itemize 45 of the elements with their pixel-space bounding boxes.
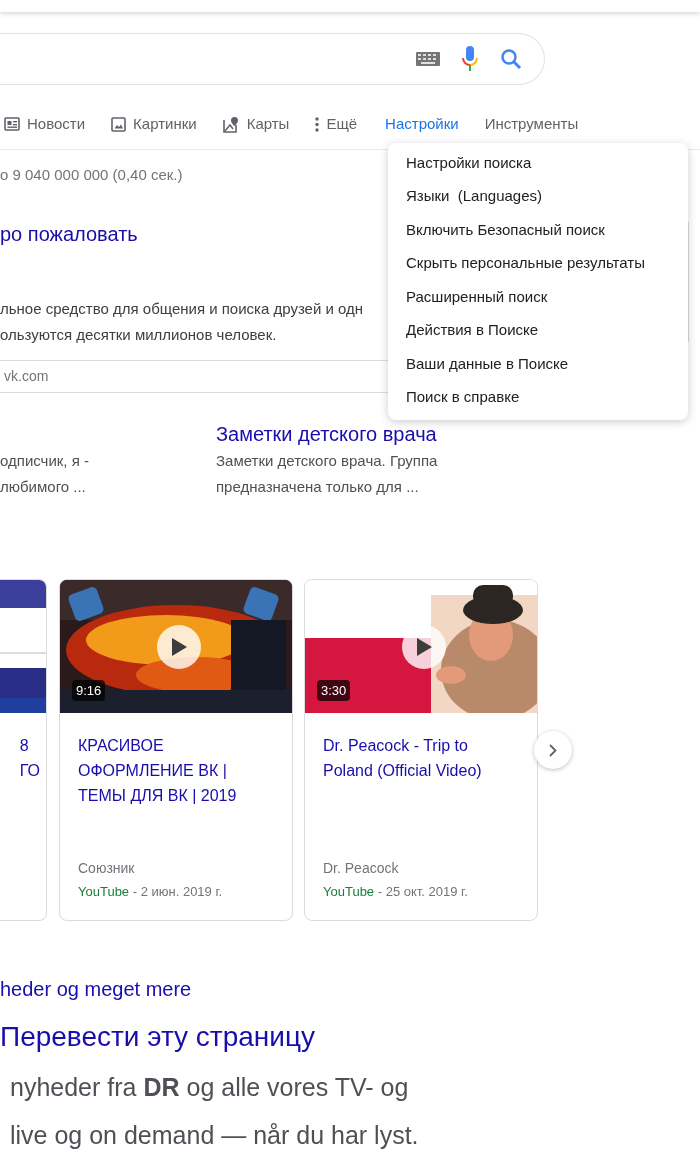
tab[interactable]: Ещё	[315, 112, 358, 136]
next-button[interactable]	[534, 731, 572, 769]
microphone-icon[interactable]	[462, 46, 478, 72]
menu-item[interactable]: Ваши данные в Поиске	[388, 347, 688, 381]
translate-link[interactable]: Перевести эту страницу	[0, 1017, 315, 1057]
result-title[interactable]: Заметки детского врача	[216, 420, 438, 448]
video-card[interactable]: 3:30 Dr. Peacock - Trip to Poland (Official Video) Dr. Peacock YouTube - 25 окт. 2019 г.	[304, 579, 538, 921]
image-icon	[111, 116, 127, 132]
channel-name: Союзник	[78, 859, 135, 878]
channel-name: Dr. Peacock	[323, 859, 399, 878]
result-link[interactable]: heder og meget mere	[0, 975, 192, 1003]
menu-item[interactable]: Действия в Поиске	[388, 313, 688, 347]
result-url[interactable]: vk.com	[4, 366, 49, 387]
map-pin-icon	[222, 115, 240, 133]
menu-item[interactable]: Языки (Languages)	[388, 179, 688, 213]
tab[interactable]: Картинки	[111, 112, 197, 136]
result-title[interactable]: ро пожаловать	[0, 220, 138, 248]
chevron-right-icon	[549, 743, 557, 757]
tab[interactable]: Новости	[4, 112, 86, 136]
video-source: YouTube - 2 июн. 2019 г.	[78, 883, 223, 901]
menu-item[interactable]: Расширенный поиск	[388, 280, 688, 314]
video-card[interactable]: 9:16 КРАСИВОЕ ОФОРМЛЕНИЕ ВК | ТЕМЫ ДЛЯ ВК | 2019 Союзник YouTube - 2 июн. 2019 г.	[59, 579, 293, 921]
tab[interactable]: Инструменты	[484, 112, 579, 136]
menu-item[interactable]: Настройки поиска	[388, 146, 688, 180]
result-snippet: nyheder fra DR og alle vores TV- og live og on demand — når du har lyst.	[9, 1072, 419, 1151]
result-snippet: одписчик, я - любимого ...	[0, 451, 89, 497]
video-title[interactable]: 8 ГО	[19, 733, 40, 783]
menu-item[interactable]: Включить Безопасный поиск	[388, 213, 688, 247]
tab[interactable]: Настройки	[385, 112, 459, 136]
keyboard-icon[interactable]	[416, 52, 440, 66]
video-title[interactable]: Dr. Peacock - Trip to Poland (Official Video)	[323, 733, 519, 783]
more-icon	[315, 116, 320, 132]
play-icon	[171, 638, 187, 656]
search-icon[interactable]	[500, 48, 522, 70]
result-snippet: льное средство для общения и поиска друзей и одн ользуются десятки миллионов человек.	[0, 299, 364, 345]
video-title[interactable]: КРАСИВОЕ ОФОРМЛЕНИЕ ВК | ТЕМЫ ДЛЯ ВК | 2019	[78, 733, 274, 808]
duration-badge: 9:16	[72, 679, 106, 701]
menu-item[interactable]: Поиск в справке	[388, 380, 688, 414]
video-card[interactable]: 8 ГО	[0, 579, 47, 921]
menu-item[interactable]: Скрыть персональные результаты	[388, 246, 688, 280]
video-source: YouTube - 25 окт. 2019 г.	[323, 883, 468, 901]
result-snippet: Заметки детского врача. Группа предназначена только для ...	[216, 451, 438, 497]
duration-badge: 3:30	[317, 679, 351, 701]
news-icon	[4, 117, 20, 131]
tab[interactable]: Карты	[222, 112, 290, 136]
